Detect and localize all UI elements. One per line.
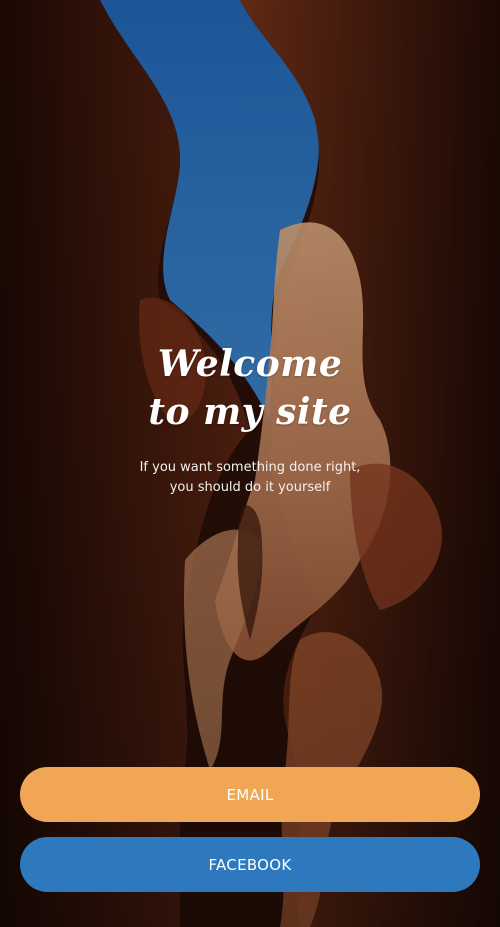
hero-section: Welcome to my site If you want something…: [0, 340, 500, 498]
email-button[interactable]: EMAIL: [20, 767, 480, 822]
page-title: Welcome to my site: [148, 343, 352, 433]
welcome-screen: Welcome to my site If you want something…: [0, 0, 500, 927]
facebook-button[interactable]: FACEBOOK: [20, 837, 480, 892]
facebook-button-label: FACEBOOK: [208, 855, 292, 874]
email-button-label: EMAIL: [226, 785, 274, 804]
page-subtitle: If you want something done right, you sh…: [139, 460, 361, 495]
